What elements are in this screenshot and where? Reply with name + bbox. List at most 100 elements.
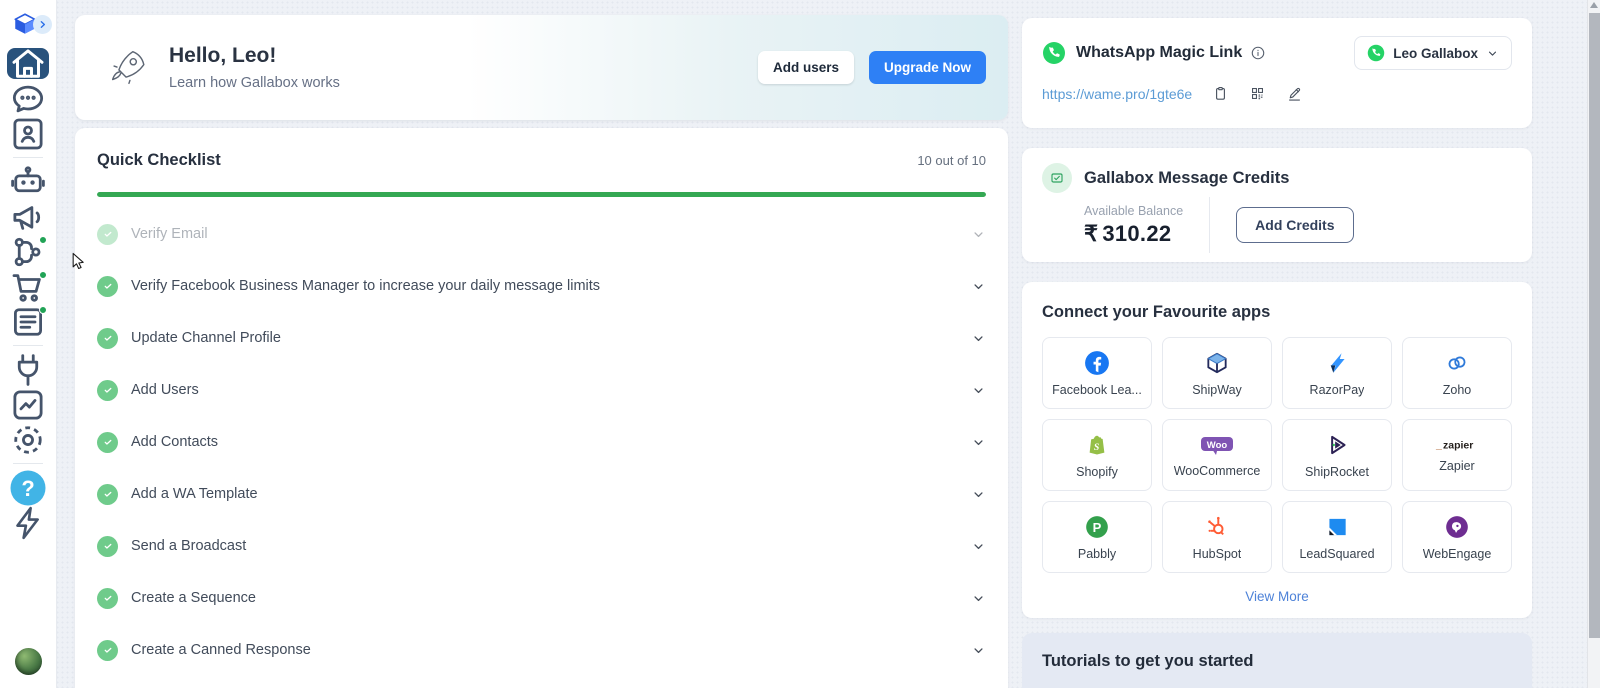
checklist-item-label: Verify Facebook Business Manager to incr… (131, 278, 600, 294)
check-circle-icon (97, 328, 118, 349)
shipway-icon (1204, 350, 1230, 376)
sidebar-divider (13, 157, 43, 158)
credits-header: Gallabox Message Credits (1042, 163, 1512, 193)
svg-text:S: S (1094, 441, 1100, 452)
checklist-item[interactable]: Create a Canned Response (97, 624, 986, 676)
sidebar-expand-button[interactable] (33, 15, 52, 34)
checklist-title: Quick Checklist (97, 151, 221, 170)
sidebar-item-analytics[interactable] (7, 389, 49, 420)
app-tile[interactable]: Facebook Lea... (1042, 337, 1152, 409)
svg-text:Woo: Woo (1207, 439, 1228, 450)
app-tile-label: Pabbly (1078, 547, 1116, 561)
welcome-text: Hello, Leo! Learn how Gallabox works (169, 44, 340, 91)
chevron-down-icon (971, 279, 986, 294)
sidebar-item-whats-new[interactable] (7, 507, 49, 538)
app-tile[interactable]: _zapier Zapier (1402, 419, 1512, 491)
checklist-item-label: Update Channel Profile (131, 330, 281, 346)
apps-grid: Facebook Lea... ShipWay RazorPay Zoho S … (1042, 337, 1512, 573)
checklist-item[interactable]: Add Contacts (97, 416, 986, 468)
view-more-link[interactable]: View More (1042, 589, 1512, 604)
check-circle-icon (97, 640, 118, 661)
tutorials-title: Tutorials to get you started (1042, 652, 1512, 671)
scrollbar-thumb[interactable] (1589, 13, 1600, 638)
edit-icon[interactable] (1286, 85, 1303, 102)
sidebar-item-inbox[interactable] (7, 83, 49, 114)
checklist-item-label: Add Contacts (131, 434, 218, 450)
checklist-items: Verify Email Verify Facebook Business Ma… (97, 208, 986, 676)
credits-body: Available Balance ₹310.22 Add Credits (1084, 197, 1512, 253)
razorpay-icon (1324, 350, 1350, 376)
app-tile[interactable]: ShipRocket (1282, 419, 1392, 491)
app-tile[interactable]: ShipWay (1162, 337, 1272, 409)
credits-title: Gallabox Message Credits (1084, 169, 1289, 188)
checklist-item[interactable]: Add a WA Template (97, 468, 986, 520)
checklist-progress-track (97, 192, 986, 197)
copy-icon[interactable] (1212, 85, 1229, 102)
scrollbar-up-arrow[interactable] (1590, 2, 1598, 8)
add-users-button[interactable]: Add users (758, 51, 854, 84)
checklist-item[interactable]: Verify Facebook Business Manager to incr… (97, 260, 986, 312)
sidebar-item-contacts[interactable] (7, 118, 49, 149)
checklist-item[interactable]: Create a Sequence (97, 572, 986, 624)
sidebar-item-home[interactable] (7, 48, 49, 79)
checklist-item[interactable]: Verify Email (97, 208, 986, 260)
checklist-item-label: Create a Sequence (131, 590, 256, 606)
app-tile[interactable]: HubSpot (1162, 501, 1272, 573)
svg-text:P: P (1093, 520, 1102, 535)
chevron-down-icon (971, 383, 986, 398)
notification-dot (39, 236, 47, 244)
greeting-title: Hello, Leo! (169, 44, 340, 68)
whatsapp-icon (1367, 44, 1385, 62)
scrollbar-track[interactable] (1587, 0, 1600, 688)
app-window: ? Hello, Leo! Learn how Gallabox works A… (0, 0, 1600, 688)
sidebar-item-commerce[interactable] (7, 271, 49, 302)
app-tile[interactable]: LeadSquared (1282, 501, 1392, 573)
sidebar-divider (13, 345, 43, 346)
app-tile-label: RazorPay (1310, 383, 1365, 397)
app-tile[interactable]: WebEngage (1402, 501, 1512, 573)
info-icon[interactable] (1250, 45, 1266, 61)
app-tile[interactable]: RazorPay (1282, 337, 1392, 409)
checklist-item-label: Send a Broadcast (131, 538, 246, 554)
sidebar-item-forms[interactable] (7, 306, 49, 337)
checklist-progress-text: 10 out of 10 (917, 153, 986, 168)
checklist-item[interactable]: Update Channel Profile (97, 312, 986, 364)
checklist-item[interactable]: Add Users (97, 364, 986, 416)
webengage-icon (1444, 514, 1470, 540)
pabbly-icon: P (1084, 514, 1110, 540)
channel-selector-button[interactable]: Leo Gallabox (1354, 36, 1512, 70)
chevron-down-icon (971, 487, 986, 502)
app-tile-label: LeadSquared (1299, 547, 1374, 561)
qr-code-icon[interactable] (1249, 85, 1266, 102)
chevron-down-icon (971, 591, 986, 606)
upgrade-now-button[interactable]: Upgrade Now (869, 51, 986, 84)
sidebar-item-broadcasts[interactable] (7, 201, 49, 232)
magic-link-title: WhatsApp Magic Link (1076, 44, 1242, 62)
sidebar-item-bots[interactable] (7, 166, 49, 197)
app-tile-label: ShipRocket (1305, 465, 1369, 479)
svg-text:zapier: zapier (1443, 440, 1473, 452)
app-tile[interactable]: Woo WooCommerce (1162, 419, 1272, 491)
message-credits-card: Gallabox Message Credits Available Balan… (1022, 148, 1532, 262)
rocket-icon (105, 45, 151, 91)
app-tile[interactable]: S Shopify (1042, 419, 1152, 491)
sidebar-item-integrations[interactable] (7, 354, 49, 385)
check-circle-icon (97, 276, 118, 297)
add-credits-button[interactable]: Add Credits (1236, 207, 1353, 243)
checklist-item[interactable]: Send a Broadcast (97, 520, 986, 572)
user-avatar[interactable] (15, 648, 42, 675)
magic-link-header: WhatsApp Magic Link Leo Gallabox (1042, 36, 1512, 70)
app-tile-label: ShipWay (1192, 383, 1242, 397)
sidebar-item-sequences[interactable] (7, 236, 49, 267)
magic-link-row: https://wame.pro/1gte6e (1042, 85, 1512, 102)
facebook-icon (1084, 350, 1110, 376)
checklist-item-label: Verify Email (131, 226, 208, 242)
app-tile[interactable]: P Pabbly (1042, 501, 1152, 573)
sidebar-item-help[interactable]: ? (7, 472, 49, 503)
svg-text:_: _ (1435, 440, 1442, 452)
sidebar: ? (0, 0, 57, 688)
app-tile[interactable]: Zoho (1402, 337, 1512, 409)
greeting-subtitle: Learn how Gallabox works (169, 75, 340, 91)
sidebar-item-settings[interactable] (7, 424, 49, 455)
magic-link-url[interactable]: https://wame.pro/1gte6e (1042, 86, 1192, 102)
